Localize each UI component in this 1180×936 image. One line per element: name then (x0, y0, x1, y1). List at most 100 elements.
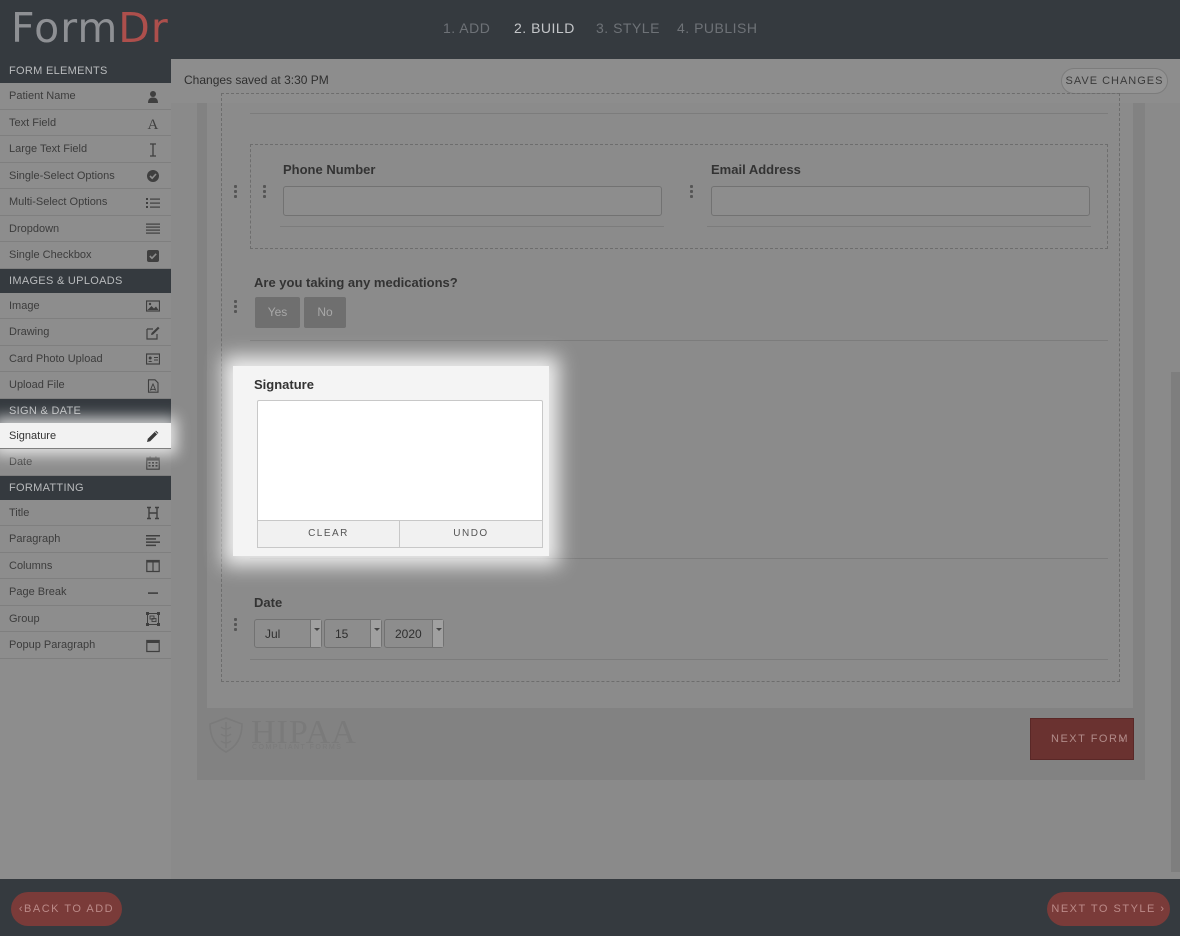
chevron-right-icon: › (1119, 733, 1125, 745)
yes-option-button[interactable]: Yes (255, 297, 300, 328)
step-add[interactable]: 1. ADD (443, 20, 490, 36)
sidebar-item-label: Card Photo Upload (9, 352, 103, 365)
drag-handle[interactable] (234, 300, 238, 313)
drag-handle[interactable] (263, 185, 267, 198)
next-form-label: NEXT FORM (1051, 733, 1130, 745)
sidebar-item-label: Group (9, 612, 40, 625)
hipaa-compliant-logo: HIPAA COMPLIANT FORMS (207, 716, 356, 756)
month-value: Jul (265, 627, 281, 641)
signature-pad[interactable] (257, 400, 543, 521)
sidebar-item-label: Text Field (9, 116, 57, 129)
sidebar-item-label: Page Break (9, 586, 67, 598)
no-option-button[interactable]: No (304, 297, 346, 328)
bottom-bar: ‹BACK TO ADD NEXT TO STYLE › (0, 879, 1180, 936)
save-changes-button[interactable]: SAVE CHANGES (1061, 68, 1168, 94)
sidebar-item-label: Signature (9, 429, 57, 442)
sidebar-item-dropdown[interactable]: Dropdown (0, 216, 171, 242)
sidebar-item-large-text-field[interactable]: Large Text Field (0, 136, 171, 163)
month-select[interactable]: Jul (254, 619, 322, 648)
save-status: Changes saved at 3:30 PM (184, 73, 329, 87)
step-style[interactable]: 3. STYLE (596, 20, 660, 36)
window-icon (145, 638, 160, 653)
sidebar-item-label: Large Text Field (9, 143, 88, 155)
sidebar-item-signature[interactable]: Signature (0, 422, 171, 449)
step-nav: 1. ADD 2. BUILD 3. STYLE 4. PUBLISH (0, 0, 1180, 59)
section-header-formatting: FORMATTING (0, 475, 171, 500)
sidebar-item-patient-name[interactable]: Patient Name (0, 83, 171, 110)
sidebar-item-image[interactable]: Image (0, 293, 171, 319)
phone-number-input[interactable] (283, 186, 662, 216)
scrollbar-track[interactable] (1171, 372, 1180, 872)
sidebar-item-multi-select[interactable]: Multi-Select Options (0, 189, 171, 216)
divider (250, 659, 1108, 660)
sidebar-item-single-select[interactable]: Single-Select Options (0, 163, 171, 189)
sidebar-item-label: Single-Select Options (9, 169, 115, 182)
chevron-down-icon (432, 620, 443, 647)
sidebar-item-label: Date (9, 456, 33, 468)
sidebar-item-date[interactable]: Date (0, 449, 171, 476)
calendar-icon (145, 455, 160, 470)
year-select[interactable]: 2020 (384, 619, 444, 648)
day-value: 15 (335, 627, 349, 641)
sidebar-item-popup-paragraph[interactable]: Popup Paragraph (0, 632, 171, 659)
sidebar-item-card-photo-upload[interactable]: Card Photo Upload (0, 346, 171, 372)
divider (250, 113, 1108, 114)
columns-icon (145, 559, 160, 574)
sidebar-item-upload-file[interactable]: Upload File (0, 372, 171, 399)
sidebar-item-label: Multi-Select Options (9, 196, 108, 208)
dropdown-list-icon (145, 222, 160, 237)
chevron-down-icon (370, 620, 381, 647)
clear-signature-button[interactable]: CLEAR (257, 520, 400, 548)
heading-icon (145, 506, 160, 521)
align-left-icon (145, 532, 160, 547)
user-icon (145, 89, 160, 104)
image-icon (145, 299, 160, 314)
text-cursor-icon (145, 142, 160, 157)
sidebar-item-single-checkbox[interactable]: Single Checkbox (0, 242, 171, 269)
top-bar: FormDr 1. ADD 2. BUILD 3. STYLE 4. PUBLI… (0, 0, 1180, 59)
chevron-down-icon (310, 620, 321, 647)
date-label: Date (254, 595, 283, 610)
day-select[interactable]: 15 (324, 619, 382, 648)
year-value: 2020 (395, 627, 422, 641)
drag-handle[interactable] (234, 185, 238, 198)
text-a-icon: A (145, 116, 160, 131)
pencil-icon (145, 429, 160, 444)
undo-signature-button[interactable]: UNDO (399, 520, 543, 548)
divider (250, 558, 1108, 559)
divider (280, 226, 664, 227)
sidebar-item-label: Paragraph (9, 533, 61, 545)
back-to-add-button[interactable]: ‹BACK TO ADD (11, 892, 122, 926)
next-to-style-button[interactable]: NEXT TO STYLE › (1047, 892, 1170, 926)
checkbox-icon (145, 248, 160, 263)
email-address-input[interactable] (711, 186, 1090, 216)
step-build[interactable]: 2. BUILD (514, 20, 575, 36)
hipaa-shield-icon (209, 717, 243, 753)
sidebar-item-label: Patient Name (9, 90, 76, 102)
step-publish[interactable]: 4. PUBLISH (677, 20, 757, 36)
sidebar-item-drawing[interactable]: Drawing (0, 319, 171, 346)
divider (707, 226, 1091, 227)
next-form-button[interactable]: NEXT FORM › (1030, 718, 1134, 760)
sidebar-item-columns[interactable]: Columns (0, 553, 171, 579)
section-header-sign-date: SIGN & DATE (0, 398, 171, 423)
drag-handle[interactable] (234, 618, 238, 631)
sidebar-item-label: Single Checkbox (9, 249, 92, 261)
svg-text:A: A (147, 117, 158, 130)
sidebar-item-text-field[interactable]: Text Field A (0, 110, 171, 136)
sidebar-item-label: Title (9, 506, 30, 519)
check-circle-icon (145, 169, 160, 184)
sidebar-item-label: Drawing (9, 326, 50, 338)
sidebar-item-paragraph[interactable]: Paragraph (0, 526, 171, 553)
divider (250, 340, 1108, 341)
list-icon (145, 195, 160, 210)
sidebar-item-label: Columns (9, 559, 53, 572)
sidebar-item-page-break[interactable]: Page Break (0, 579, 171, 606)
email-address-label: Email Address (711, 162, 801, 177)
section-header-images-uploads: IMAGES & UPLOADS (0, 268, 171, 293)
sidebar-item-label: Popup Paragraph (9, 639, 96, 651)
sidebar-item-title[interactable]: Title (0, 500, 171, 526)
drag-handle[interactable] (690, 185, 694, 198)
section-header-form-elements: FORM ELEMENTS (0, 59, 171, 83)
sidebar-item-group[interactable]: Group (0, 606, 171, 632)
